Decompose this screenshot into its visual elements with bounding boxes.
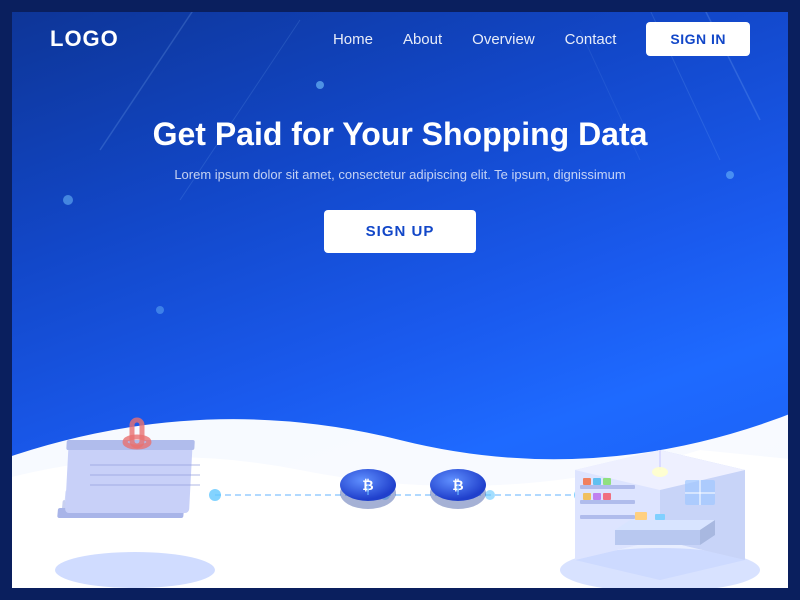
page-wrapper: LOGO Home About Overview Contact SIGN IN…	[0, 0, 800, 600]
hero-subtitle: Lorem ipsum dolor sit amet, consectetur …	[0, 167, 800, 182]
signup-button[interactable]: SIGN UP	[324, 210, 477, 253]
navbar: LOGO Home About Overview Contact SIGN IN	[0, 0, 800, 78]
nav-home[interactable]: Home	[333, 31, 373, 48]
hero-section: Get Paid for Your Shopping Data Lorem ip…	[0, 78, 800, 253]
nav-overview[interactable]: Overview	[472, 31, 535, 48]
nav-links: Home About Overview Contact SIGN IN	[333, 22, 750, 56]
signin-button[interactable]: SIGN IN	[646, 22, 750, 56]
logo: LOGO	[50, 26, 119, 52]
illustration: ₿ ₿	[0, 240, 800, 600]
hero-title: Get Paid for Your Shopping Data	[0, 116, 800, 153]
nav-contact[interactable]: Contact	[565, 31, 617, 48]
nav-about[interactable]: About	[403, 31, 442, 48]
